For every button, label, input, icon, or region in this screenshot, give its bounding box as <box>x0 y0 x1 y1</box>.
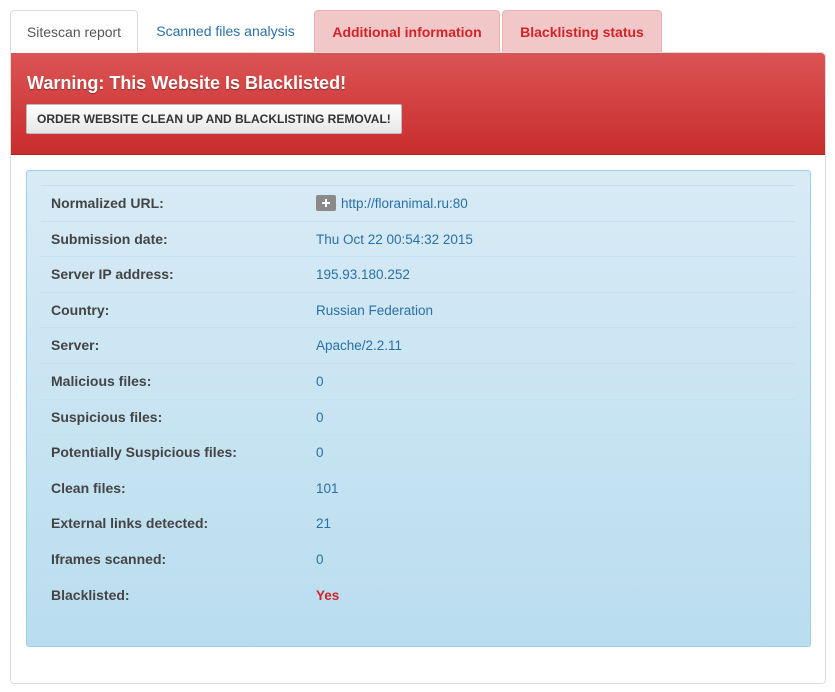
normalized-url-link[interactable]: http://floranimal.ru:80 <box>341 196 468 211</box>
table-row: Submission date: Thu Oct 22 00:54:32 201… <box>41 220 795 257</box>
row-value-server: Apache/2.2.11 <box>316 338 403 354</box>
table-row: Clean files: 101 <box>41 469 795 506</box>
report-panel: Warning: This Website Is Blacklisted! OR… <box>10 52 826 684</box>
tab-blacklisting-status[interactable]: Blacklisting status <box>502 10 662 52</box>
order-cleanup-button[interactable]: ORDER WEBSITE CLEAN UP AND BLACKLISTING … <box>26 104 402 134</box>
table-row: Iframes scanned: 0 <box>41 540 795 577</box>
row-value-server-ip: 195.93.180.252 <box>316 267 410 283</box>
row-label-normalized-url: Normalized URL: <box>51 195 164 211</box>
row-label-external-links: External links detected: <box>51 515 209 532</box>
blacklist-warning-banner: Warning: This Website Is Blacklisted! OR… <box>11 53 825 155</box>
row-value-iframes-scanned: 0 <box>316 551 324 567</box>
row-value-blacklisted: Yes <box>316 587 340 603</box>
table-row: Malicious files: 0 <box>41 362 795 399</box>
row-value-suspicious-files: 0 <box>316 409 324 425</box>
row-value-potentially-suspicious-files: 0 <box>316 445 324 461</box>
tab-additional-information[interactable]: Additional information <box>314 10 500 52</box>
row-value-country: Russian Federation <box>316 302 434 318</box>
plus-icon[interactable] <box>316 195 336 212</box>
row-label-server-ip: Server IP address: <box>51 266 174 283</box>
table-row: Server IP address: 195.93.180.252 <box>41 256 795 292</box>
row-label-blacklisted: Blacklisted: <box>51 586 130 603</box>
warning-title: Warning: This Website Is Blacklisted! <box>27 73 347 93</box>
row-value-external-links: 21 <box>316 516 332 532</box>
row-label-suspicious-files: Suspicious files: <box>51 408 163 425</box>
site-info-box: Normalized URL: http://floranimal.ru:80 … <box>26 170 811 647</box>
table-row: Suspicious files: 0 <box>41 398 795 435</box>
row-label-server: Server: <box>51 337 100 354</box>
row-label-clean-files: Clean files: <box>51 479 126 496</box>
row-value-malicious-files: 0 <box>316 373 324 389</box>
row-value-clean-files: 101 <box>316 480 339 496</box>
table-row: External links detected: 21 <box>41 505 795 541</box>
row-label-submission-date: Submission date: <box>51 230 168 247</box>
site-info-table: Normalized URL: http://floranimal.ru:80 … <box>41 185 795 612</box>
table-row: Server: Apache/2.2.11 <box>41 327 795 363</box>
row-value-submission-date: Thu Oct 22 00:54:32 2015 <box>316 231 473 247</box>
row-label-potentially-suspicious-files: Potentially Suspicious files: <box>51 444 237 461</box>
row-label-malicious-files: Malicious files: <box>51 372 152 389</box>
row-value-normalized-url: http://floranimal.ru:80 <box>316 186 468 221</box>
row-label-iframes-scanned: Iframes scanned: <box>51 550 167 567</box>
row-label-country: Country: <box>51 301 110 318</box>
tab-sitescan-report[interactable]: Sitescan report <box>10 10 138 53</box>
table-row: Potentially Suspicious files: 0 <box>41 434 795 470</box>
tab-scanned-files-analysis[interactable]: Scanned files analysis <box>140 10 311 52</box>
table-row: Normalized URL: http://floranimal.ru:80 <box>41 185 795 221</box>
table-row: Country: Russian Federation <box>41 291 795 328</box>
table-row: Blacklisted: Yes <box>41 576 795 613</box>
